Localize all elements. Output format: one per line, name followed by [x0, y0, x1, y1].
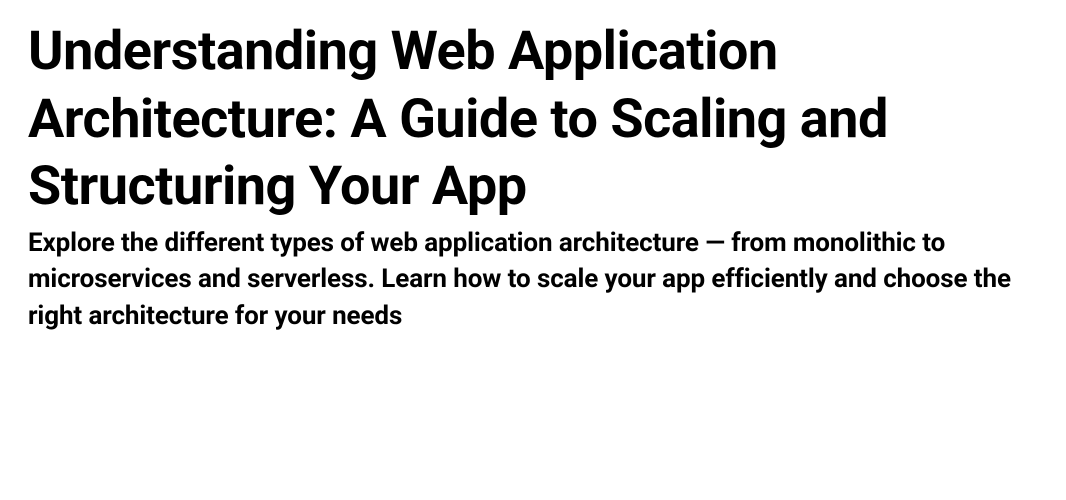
article-subtitle: Explore the different types of web appli…	[28, 225, 1038, 336]
article-title: Understanding Web Application Architectu…	[28, 18, 1038, 221]
